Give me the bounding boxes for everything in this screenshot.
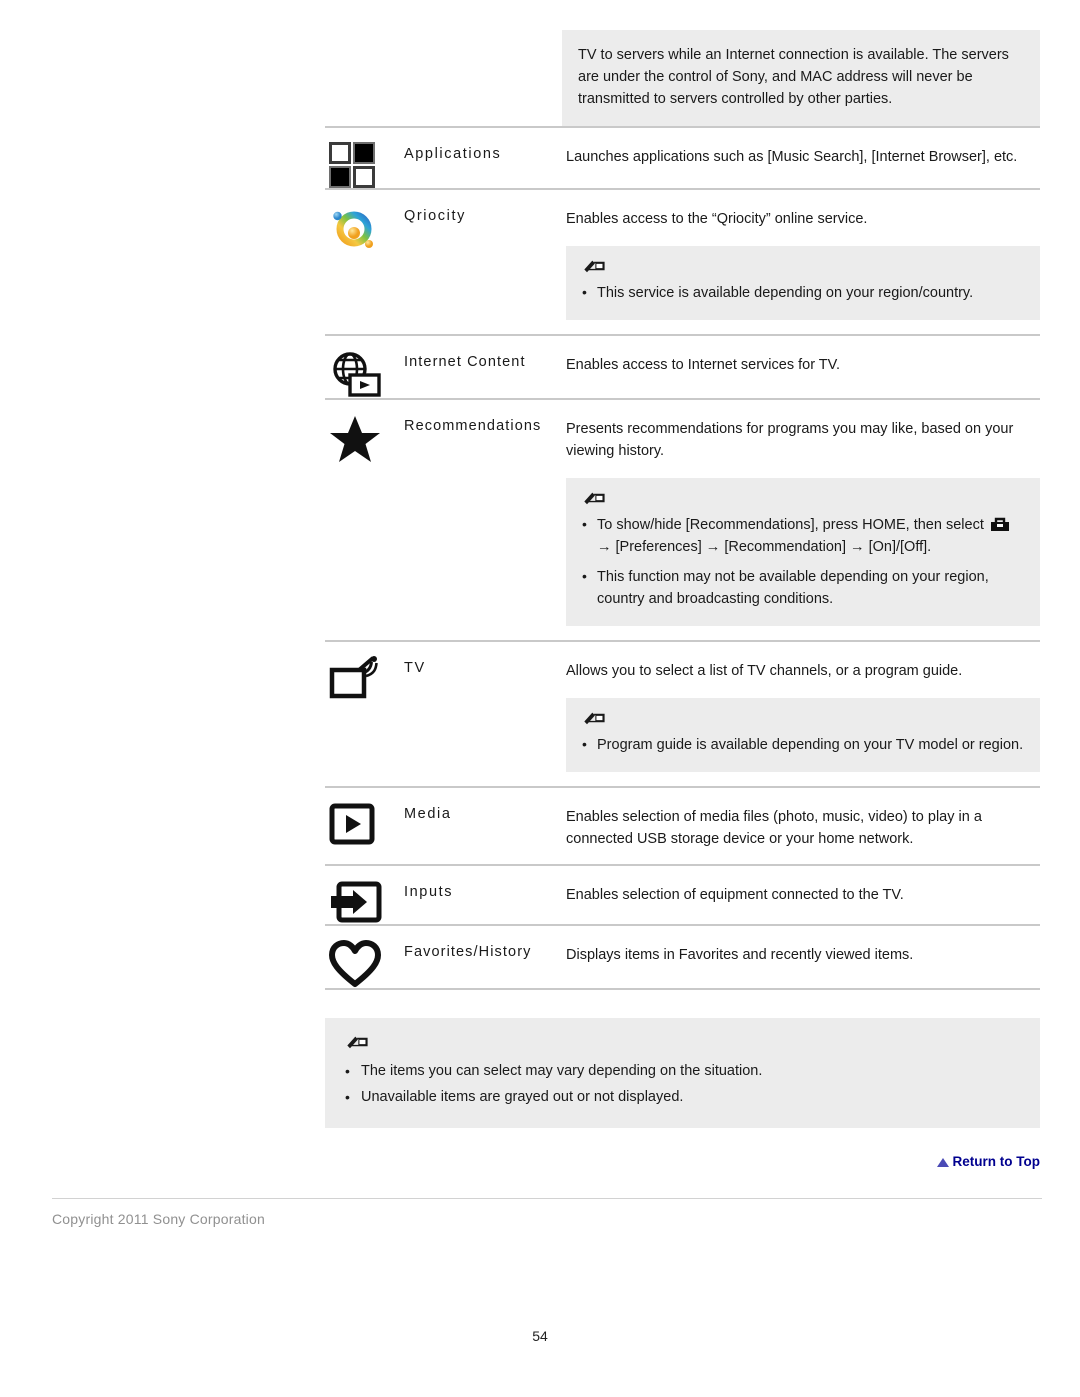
- note-item-text-after: → [Preferences] → [Recommendation] → [On…: [597, 539, 932, 555]
- row-description: Allows you to select a list of TV channe…: [566, 663, 963, 679]
- return-to-top-label: Return to Top: [952, 1154, 1040, 1169]
- row-label: Applications: [404, 146, 502, 162]
- note-item: To show/hide [Recommendations], press HO…: [582, 513, 1024, 558]
- row-description-cell: Enables selection of media files (photo,…: [566, 788, 1040, 864]
- note-box: This service is available depending on y…: [566, 246, 1040, 320]
- row-label: TV: [404, 660, 426, 676]
- note-box: To show/hide [Recommendations], press HO…: [566, 478, 1040, 626]
- row-description-cell: Enables access to Internet services for …: [566, 336, 1040, 390]
- row-icon-cell: [325, 642, 404, 702]
- note-pen-icon: [347, 1036, 368, 1049]
- row-icon-cell: [325, 926, 404, 988]
- bottom-note-box: The items you can select may vary depend…: [325, 1018, 1040, 1128]
- row-label: Favorites/History: [404, 944, 532, 960]
- row-icon-cell: [325, 190, 404, 254]
- tv-antenna-icon: [329, 656, 378, 699]
- note-pen-icon: [584, 712, 605, 725]
- qriocity-icon: [333, 211, 373, 248]
- row-description-cell: Displays items in Favorites and recently…: [566, 926, 1040, 980]
- row-icon-cell: [325, 400, 404, 464]
- row-description-cell: Enables selection of equipment connected…: [566, 866, 1040, 920]
- note-item: This service is available depending on y…: [582, 281, 1024, 304]
- row-description: Enables selection of equipment connected…: [566, 887, 904, 903]
- note-item: Program guide is available depending on …: [582, 733, 1024, 756]
- table-row: Inputs Enables selection of equipment co…: [325, 866, 1040, 924]
- row-description-cell: Enables access to the “Qriocity” online …: [566, 190, 1040, 334]
- row-description: Enables selection of media files (photo,…: [566, 809, 982, 847]
- row-label: Recommendations: [404, 418, 542, 434]
- row-label: Media: [404, 806, 452, 822]
- note-pen-icon: [584, 492, 605, 505]
- row-label: Inputs: [404, 884, 454, 900]
- table-row: Internet Content Enables access to Inter…: [325, 336, 1040, 398]
- table-row: Recommendations Presents recommendations…: [325, 400, 1040, 640]
- row-icon-cell: [325, 788, 404, 846]
- row-description: Launches applications such as [Music Sea…: [566, 149, 1018, 165]
- row-icon-cell: [325, 866, 404, 924]
- carryover-note-box: TV to servers while an Internet connecti…: [562, 30, 1040, 126]
- return-to-top-link[interactable]: Return to Top: [325, 1154, 1040, 1169]
- note-item-text-before: To show/hide [Recommendations], press HO…: [597, 517, 988, 533]
- row-label: Internet Content: [404, 354, 526, 370]
- table-row: Media Enables selection of media files (…: [325, 788, 1040, 864]
- applications-grid-icon: [329, 142, 375, 188]
- inputs-arrow-icon: [331, 881, 382, 923]
- favorites-heart-icon: [329, 940, 381, 987]
- recommendations-star-icon: [330, 416, 380, 462]
- content-column: TV to servers while an Internet connecti…: [325, 0, 1040, 1169]
- row-icon-cell: [325, 336, 404, 398]
- internet-content-globe-icon: [333, 352, 381, 397]
- row-divider: [325, 988, 1040, 990]
- note-item: Unavailable items are grayed out or not …: [345, 1084, 1020, 1110]
- row-description: Presents recommendations for programs yo…: [566, 421, 1014, 459]
- row-description-cell: Presents recommendations for programs yo…: [566, 400, 1040, 640]
- note-item: This function may not be available depen…: [582, 565, 1024, 610]
- row-label: Qriocity: [404, 208, 466, 224]
- media-play-icon: [329, 803, 375, 845]
- note-list: Program guide is available depending on …: [582, 733, 1024, 756]
- row-description-cell: Allows you to select a list of TV channe…: [566, 642, 1040, 786]
- note-box: Program guide is available depending on …: [566, 698, 1040, 772]
- copyright-text: Copyright 2011 Sony Corporation: [52, 1211, 265, 1227]
- toolbox-icon: [990, 517, 1009, 531]
- table-row: Qriocity Enables access to the “Qriocity…: [325, 190, 1040, 334]
- note-pen-icon: [584, 260, 605, 273]
- row-description: Enables access to Internet services for …: [566, 357, 841, 373]
- row-description-cell: Launches applications such as [Music Sea…: [566, 128, 1040, 182]
- row-description: Displays items in Favorites and recently…: [566, 947, 914, 963]
- note-list: To show/hide [Recommendations], press HO…: [582, 513, 1024, 610]
- manual-page: TV to servers while an Internet connecti…: [0, 0, 1080, 1397]
- bottom-note-list: The items you can select may vary depend…: [345, 1058, 1020, 1110]
- footer-divider: [52, 1198, 1042, 1199]
- row-description: Enables access to the “Qriocity” online …: [566, 211, 868, 227]
- note-list: This service is available depending on y…: [582, 281, 1024, 304]
- carryover-note-text: TV to servers while an Internet connecti…: [578, 47, 1009, 107]
- table-row: Favorites/History Displays items in Favo…: [325, 926, 1040, 988]
- page-number: 54: [532, 1328, 548, 1344]
- row-icon-cell: [325, 128, 404, 188]
- table-row: TV Allows you to select a list of TV cha…: [325, 642, 1040, 786]
- triangle-up-icon: [936, 1158, 949, 1167]
- table-row: Applications Launches applications such …: [325, 128, 1040, 188]
- note-item: The items you can select may vary depend…: [345, 1058, 1020, 1084]
